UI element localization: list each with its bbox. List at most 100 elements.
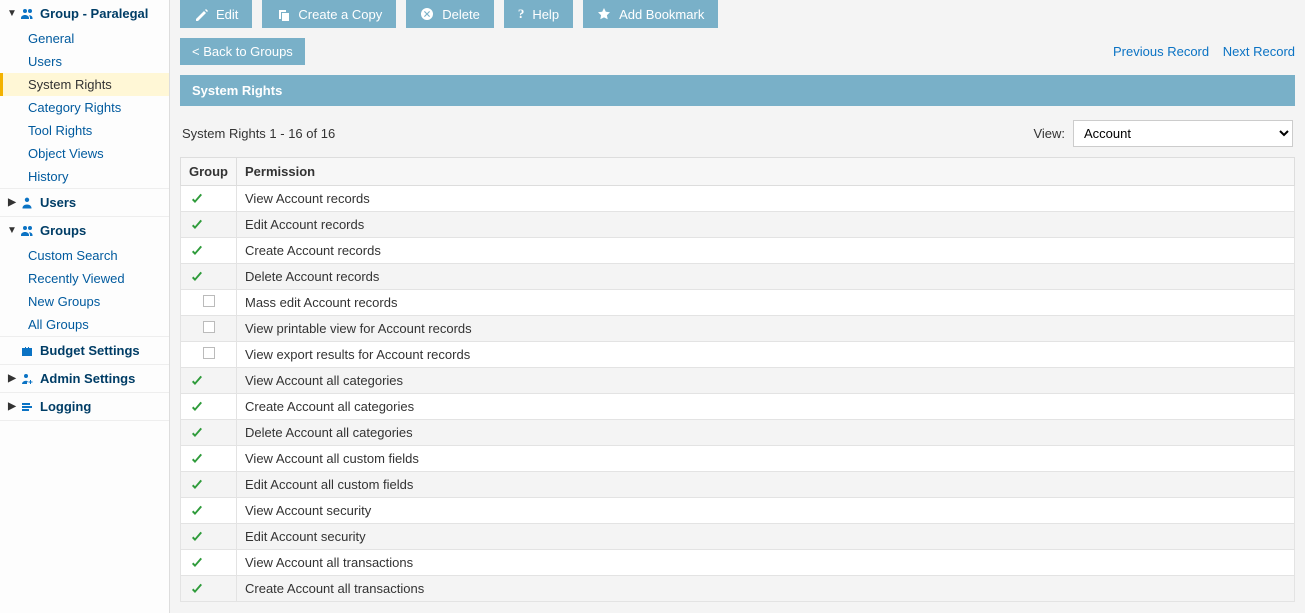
table-row[interactable]: Edit Account all custom fields xyxy=(181,472,1295,498)
check-icon xyxy=(189,426,205,440)
button-label: Edit xyxy=(216,7,238,22)
table-row[interactable]: View Account all transactions xyxy=(181,550,1295,576)
group-cell xyxy=(181,186,237,212)
check-icon xyxy=(189,582,205,596)
edit-button[interactable]: Edit xyxy=(180,0,252,28)
sidebar-header-label: Groups xyxy=(40,223,86,238)
table-row[interactable]: Mass edit Account records xyxy=(181,290,1295,316)
sidebar-header-admin[interactable]: ▶ Admin Settings xyxy=(0,365,169,392)
sidebar-item[interactable]: System Rights xyxy=(0,73,169,96)
next-record-link[interactable]: Next Record xyxy=(1223,44,1295,59)
group-cell xyxy=(181,576,237,602)
sidebar-item[interactable]: Tool Rights xyxy=(0,119,169,142)
table-row[interactable]: Create Account all categories xyxy=(181,394,1295,420)
group-cell xyxy=(181,446,237,472)
table-row[interactable]: View Account security xyxy=(181,498,1295,524)
table-row[interactable]: Delete Account all categories xyxy=(181,420,1295,446)
toolbar: Edit Create a Copy Delete ? Help Add Boo… xyxy=(180,0,1295,38)
caret-right-icon: ▶ xyxy=(6,401,18,412)
col-header-permission[interactable]: Permission xyxy=(237,158,1295,186)
group-cell xyxy=(181,420,237,446)
checkbox-icon xyxy=(203,321,215,333)
permission-cell: Mass edit Account records xyxy=(237,290,1295,316)
table-row[interactable]: View export results for Account records xyxy=(181,342,1295,368)
permission-cell: Delete Account all categories xyxy=(237,420,1295,446)
check-icon xyxy=(189,218,205,232)
user-add-icon xyxy=(20,372,34,386)
permission-cell: Delete Account records xyxy=(237,264,1295,290)
caret-right-icon: ▶ xyxy=(6,197,18,208)
check-icon xyxy=(189,452,205,466)
group-cell xyxy=(181,212,237,238)
main-content: Edit Create a Copy Delete ? Help Add Boo… xyxy=(170,0,1305,613)
sidebar-header-label: Admin Settings xyxy=(40,371,135,386)
table-row[interactable]: Edit Account security xyxy=(181,524,1295,550)
check-icon xyxy=(189,478,205,492)
table-row[interactable]: Create Account all transactions xyxy=(181,576,1295,602)
button-label: Help xyxy=(532,7,559,22)
sidebar-item[interactable]: Recently Viewed xyxy=(0,267,169,290)
group-cell xyxy=(181,368,237,394)
sidebar-item[interactable]: Object Views xyxy=(0,142,169,165)
check-icon xyxy=(189,556,205,570)
table-row[interactable]: View printable view for Account records xyxy=(181,316,1295,342)
table-row[interactable]: View Account records xyxy=(181,186,1295,212)
table-row[interactable]: View Account all categories xyxy=(181,368,1295,394)
group-cell xyxy=(181,238,237,264)
table-row[interactable]: View Account all custom fields xyxy=(181,446,1295,472)
sidebar-item[interactable]: General xyxy=(0,27,169,50)
permission-cell: Edit Account all custom fields xyxy=(237,472,1295,498)
check-icon xyxy=(189,244,205,258)
record-range-label: System Rights 1 - 16 of 16 xyxy=(182,126,335,141)
create-copy-button[interactable]: Create a Copy xyxy=(262,0,396,28)
sidebar-item[interactable]: Custom Search xyxy=(0,244,169,267)
group-cell xyxy=(181,524,237,550)
table-row[interactable]: Edit Account records xyxy=(181,212,1295,238)
sidebar-header-budget[interactable]: Budget Settings xyxy=(0,337,169,364)
previous-record-link[interactable]: Previous Record xyxy=(1113,44,1209,59)
sidebar-header-users[interactable]: ▶ Users xyxy=(0,189,169,216)
help-icon: ? xyxy=(518,6,525,22)
sidebar-item[interactable]: All Groups xyxy=(0,313,169,336)
group-cell xyxy=(181,550,237,576)
permission-cell: Create Account all categories xyxy=(237,394,1295,420)
permission-cell: Create Account records xyxy=(237,238,1295,264)
table-row[interactable]: Create Account records xyxy=(181,238,1295,264)
sidebar: ▼ Group - Paralegal GeneralUsersSystem R… xyxy=(0,0,170,613)
sidebar-header-groups[interactable]: ▼ Groups xyxy=(0,217,169,244)
help-button[interactable]: ? Help xyxy=(504,0,573,28)
button-label: Delete xyxy=(442,7,480,22)
group-cell xyxy=(181,342,237,368)
permission-cell: View Account all transactions xyxy=(237,550,1295,576)
permission-cell: View Account all custom fields xyxy=(237,446,1295,472)
sidebar-item[interactable]: Category Rights xyxy=(0,96,169,119)
permission-cell: Edit Account records xyxy=(237,212,1295,238)
permission-cell: View printable view for Account records xyxy=(237,316,1295,342)
button-label: Add Bookmark xyxy=(619,7,704,22)
copy-icon xyxy=(276,7,290,21)
users-icon xyxy=(20,224,34,238)
sidebar-item[interactable]: New Groups xyxy=(0,290,169,313)
back-to-groups-button[interactable]: < Back to Groups xyxy=(180,38,305,65)
col-header-group[interactable]: Group xyxy=(181,158,237,186)
delete-icon xyxy=(420,7,434,21)
sidebar-header-group-paralegal[interactable]: ▼ Group - Paralegal xyxy=(0,0,169,27)
permission-cell: Edit Account security xyxy=(237,524,1295,550)
sidebar-header-logging[interactable]: ▶ Logging xyxy=(0,393,169,420)
group-cell xyxy=(181,498,237,524)
delete-button[interactable]: Delete xyxy=(406,0,494,28)
sidebar-header-label: Budget Settings xyxy=(40,343,140,358)
caret-down-icon: ▼ xyxy=(6,8,18,19)
group-cell xyxy=(181,472,237,498)
sidebar-item[interactable]: History xyxy=(0,165,169,188)
permission-cell: Create Account all transactions xyxy=(237,576,1295,602)
group-cell xyxy=(181,290,237,316)
button-label: Create a Copy xyxy=(298,7,382,22)
sidebar-item[interactable]: Users xyxy=(0,50,169,73)
log-icon xyxy=(20,400,34,414)
table-row[interactable]: Delete Account records xyxy=(181,264,1295,290)
add-bookmark-button[interactable]: Add Bookmark xyxy=(583,0,718,28)
view-select[interactable]: Account xyxy=(1073,120,1293,147)
permission-cell: View export results for Account records xyxy=(237,342,1295,368)
pencil-icon xyxy=(194,7,208,21)
